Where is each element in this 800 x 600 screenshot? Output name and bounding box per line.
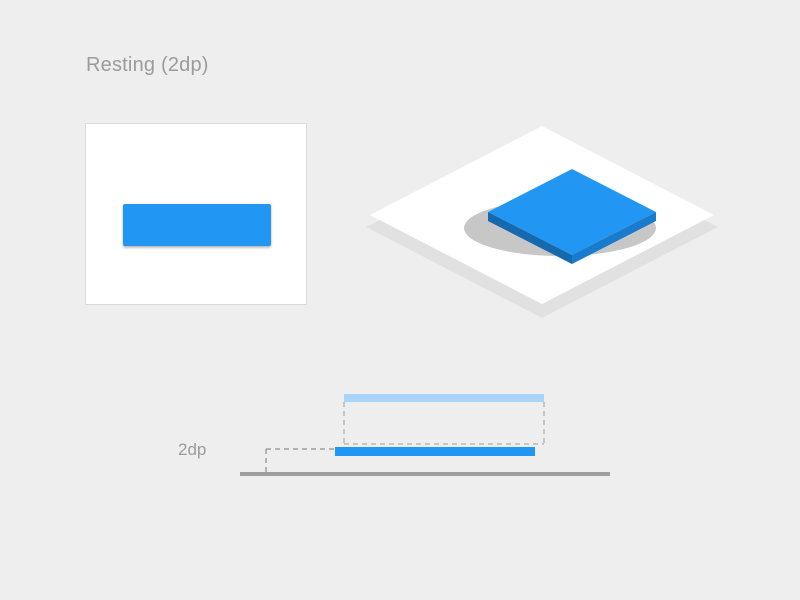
elevation-label: 2dp (178, 440, 206, 460)
diagram-title: Resting (2dp) (86, 54, 209, 77)
ground-line (240, 472, 610, 476)
side-bar-light (344, 394, 544, 402)
raised-button-front (123, 204, 271, 246)
isometric-view (352, 108, 732, 328)
side-elevation (170, 384, 640, 504)
side-bar-button (335, 447, 535, 456)
front-view-card (85, 123, 307, 305)
